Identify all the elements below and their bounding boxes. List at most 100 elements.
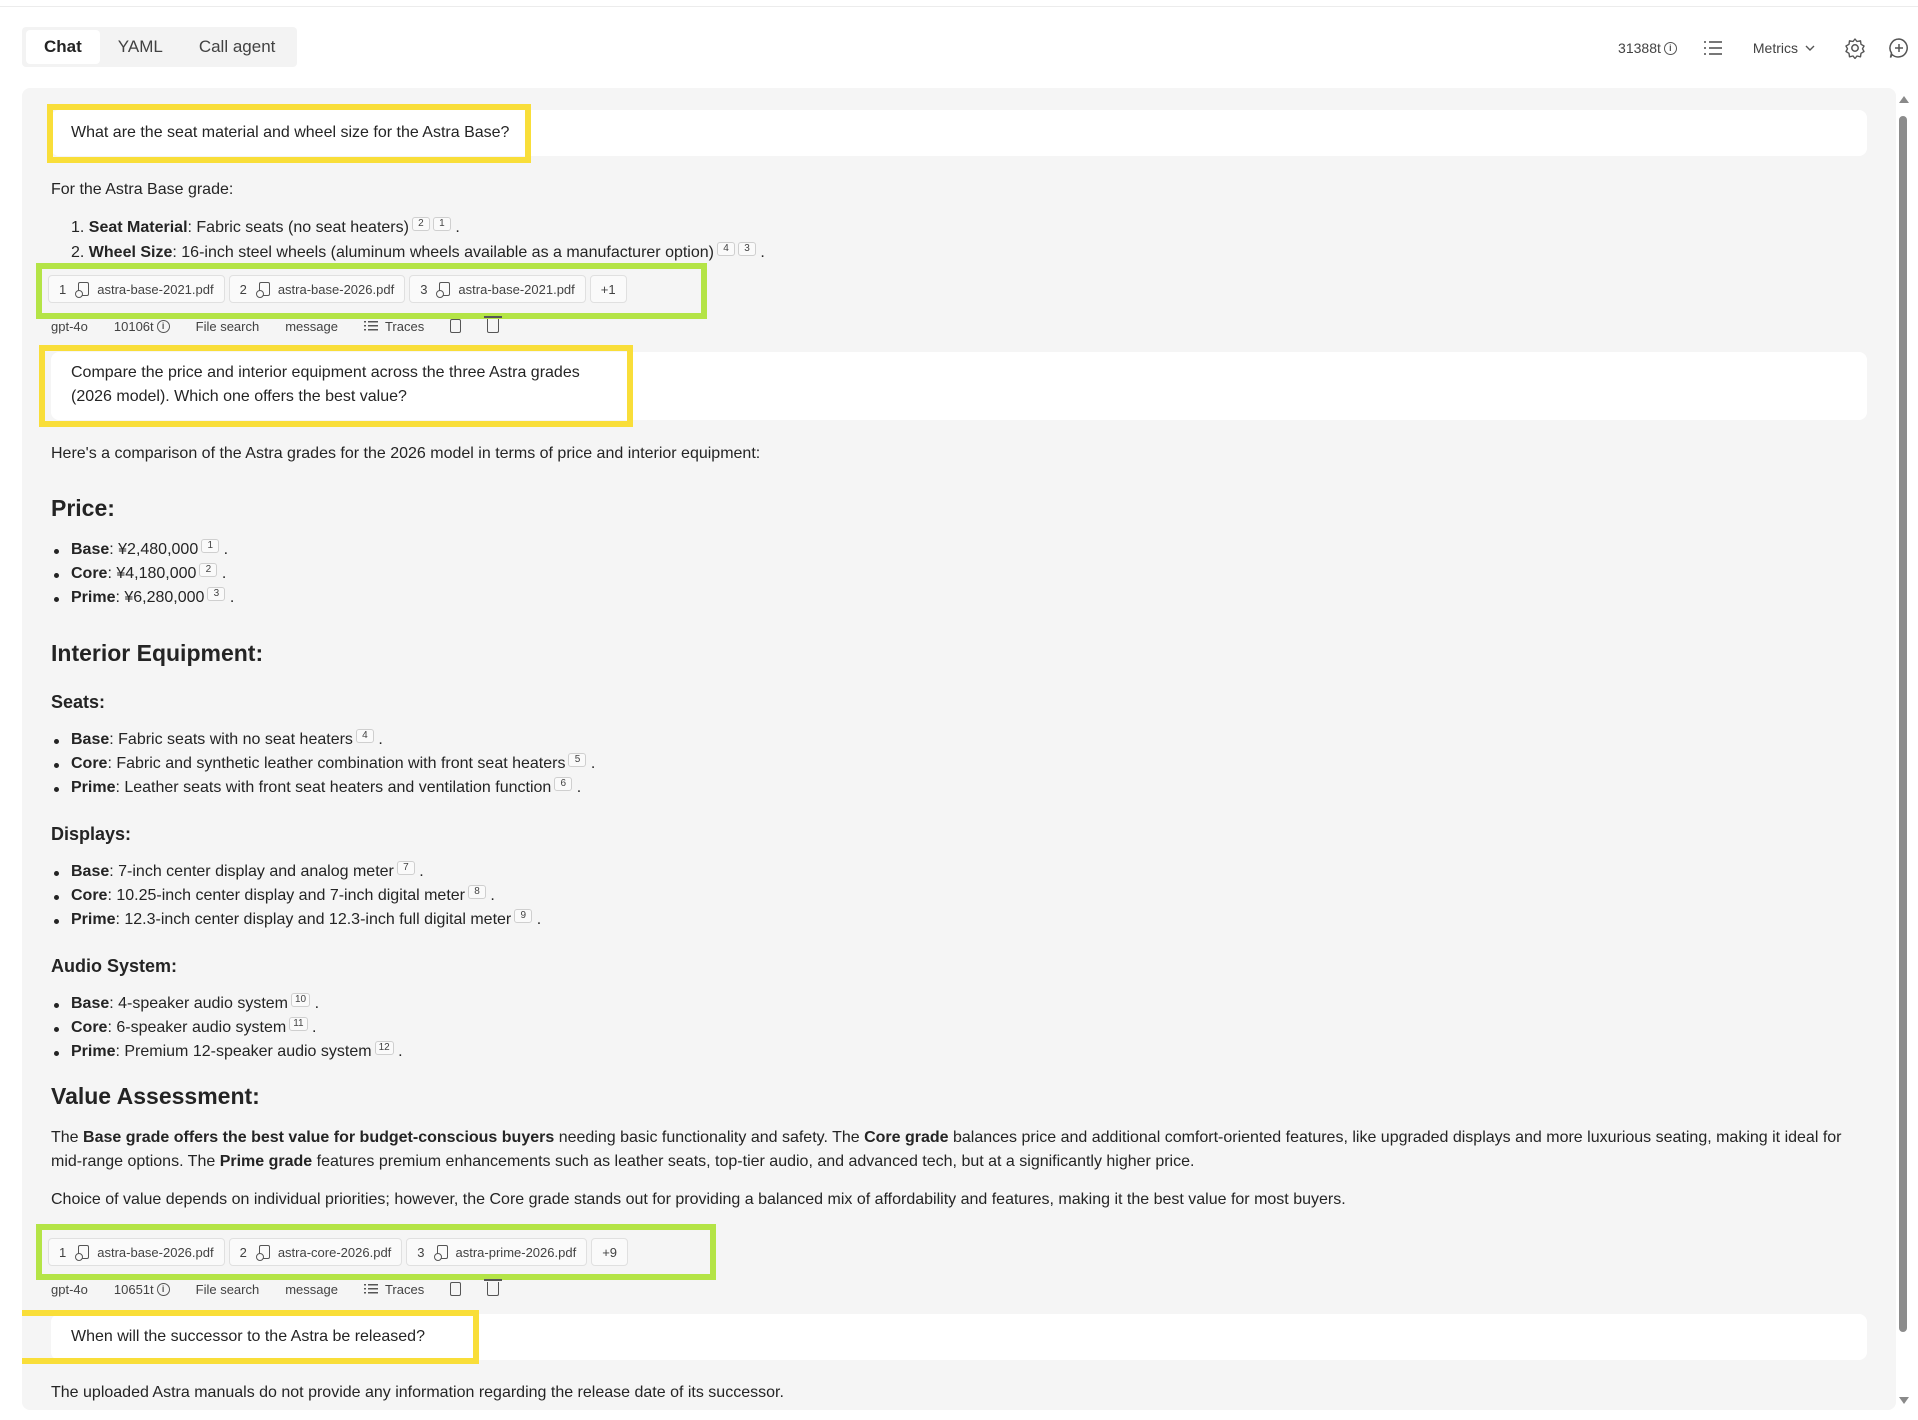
file-icon [433, 1245, 448, 1261]
citation-ref[interactable]: 12 [374, 1040, 394, 1055]
scroll-down-arrow-icon[interactable] [1899, 1397, 1909, 1404]
metrics-dropdown[interactable]: Metrics [1753, 40, 1816, 56]
bullet [54, 1003, 59, 1008]
interior-heading: Interior Equipment: [51, 640, 264, 666]
citation-chip[interactable]: 2 astra-base-2026.pdf [228, 275, 406, 303]
citation-ref[interactable]: 3 [207, 586, 226, 601]
top-divider [0, 6, 1918, 7]
citation-ref[interactable]: 4 [355, 728, 374, 743]
citation-ref[interactable]: 9 [514, 908, 533, 923]
bullet [54, 1027, 59, 1032]
token-usage: 10106t i [114, 319, 170, 334]
scrollbar[interactable] [1896, 92, 1910, 1408]
trash-icon[interactable] [484, 316, 503, 333]
tool-label: File search [195, 1281, 260, 1297]
seats-heading: Seats: [51, 692, 106, 712]
bullet [54, 895, 59, 900]
citation-ref[interactable]: 1 [432, 216, 451, 231]
message-meta-1: gpt-4o 10106t i File search message Trace… [51, 314, 503, 338]
citation-chip[interactable]: 1 astra-base-2021.pdf [48, 275, 225, 303]
citation-chip[interactable]: 3 astra-base-2021.pdf [409, 275, 586, 303]
copy-icon[interactable] [450, 1282, 462, 1296]
trash-icon[interactable] [484, 1279, 503, 1296]
chat-panel: What are the seat material and wheel siz… [22, 88, 1896, 1410]
answer-3: The uploaded Astra manuals do not provid… [51, 1384, 784, 1401]
scroll-up-arrow-icon[interactable] [1899, 96, 1909, 103]
tab-call-agent[interactable]: Call agent [181, 30, 294, 64]
bullet [54, 597, 59, 602]
traces-button[interactable]: Traces [363, 319, 424, 334]
list-icon [1703, 41, 1722, 55]
info-icon[interactable]: i [1663, 41, 1677, 55]
displays-item-core: Core: 10.25-inch center display and 7-in… [71, 884, 495, 904]
bullet [54, 763, 59, 768]
citation-ref[interactable]: 2 [199, 562, 218, 577]
user-message-2-line-2: (2026 model). Which one offers the best … [71, 388, 407, 405]
citation-chip[interactable]: 3 astra-prime-2026.pdf [406, 1238, 588, 1266]
citation-chip[interactable]: 1 astra-base-2026.pdf [48, 1238, 225, 1266]
bullet [54, 739, 59, 744]
audio-heading: Audio System: [51, 956, 178, 976]
price-item-prime: Prime: ¥6,280,000 3 . [71, 586, 235, 606]
more-citations-button[interactable]: +9 [591, 1238, 629, 1266]
price-item-base: Base: ¥2,480,000 1 . [71, 538, 229, 558]
message-type-label: message [285, 318, 338, 334]
audio-item-core: Core: 6-speaker audio system 11 . [71, 1016, 317, 1036]
bullet [54, 1051, 59, 1056]
new-chat-button[interactable] [1888, 37, 1910, 59]
traces-button[interactable]: Traces [363, 1282, 424, 1297]
seats-item-core: Core: Fabric and synthetic leather combi… [71, 752, 596, 772]
file-icon [255, 282, 270, 298]
copy-icon[interactable] [450, 319, 462, 333]
displays-heading: Displays: [51, 824, 132, 844]
tool-label: File search [195, 318, 260, 334]
citation-row-1: 1 astra-base-2021.pdf 2 astra-base-2026.pd… [48, 274, 631, 304]
price-heading: Price: [51, 495, 115, 521]
more-citations-button[interactable]: +1 [589, 275, 627, 303]
tab-chat[interactable]: Chat [26, 30, 100, 64]
citation-ref[interactable]: 10 [291, 992, 311, 1007]
list-button[interactable] [1703, 40, 1723, 56]
token-count-label: 31388t [1618, 40, 1661, 56]
model-label: gpt-4o [51, 1281, 88, 1297]
bullet [54, 573, 59, 578]
answer-1-intro: For the Astra Base grade: [51, 181, 234, 198]
citation-ref[interactable]: 4 [716, 241, 735, 256]
displays-item-prime: Prime: 12.3-inch center display and 12.3… [71, 908, 542, 928]
tab-bar: Chat YAML Call agent [22, 27, 298, 67]
citation-ref[interactable]: 3 [737, 241, 756, 256]
bullet [54, 871, 59, 876]
value-heading: Value Assessment: [51, 1083, 260, 1109]
citation-ref[interactable]: 11 [289, 1016, 308, 1031]
citation-ref[interactable]: 8 [467, 884, 486, 899]
seats-item-base: Base: Fabric seats with no seat heaters 4… [71, 728, 383, 748]
price-item-core: Core: ¥4,180,000 2 . [71, 562, 227, 582]
settings-button[interactable] [1844, 37, 1866, 59]
message-meta-2: gpt-4o 10651t i File search message Trace… [51, 1277, 503, 1301]
citation-ref[interactable]: 2 [411, 216, 430, 231]
model-label: gpt-4o [51, 318, 88, 334]
answer-1-item-2: 2. Wheel Size: 16-inch steel wheels (alu… [71, 241, 765, 261]
info-icon[interactable]: i [156, 1282, 170, 1296]
citation-ref[interactable]: 7 [396, 860, 415, 875]
bullet [54, 919, 59, 924]
answer-1-item-1: 1. Seat Material: Fabric seats (no seat … [71, 216, 460, 236]
value-paragraph-2: Choice of value depends on individual pr… [51, 1191, 1346, 1208]
bullet [54, 787, 59, 792]
message-type-label: message [285, 1281, 338, 1297]
answer-2-intro: Here's a comparison of the Astra grades … [51, 445, 761, 462]
info-icon[interactable]: i [156, 319, 170, 333]
citation-ref[interactable]: 1 [201, 538, 220, 553]
seats-item-prime: Prime: Leather seats with front seat hea… [71, 776, 582, 796]
citation-ref[interactable]: 5 [568, 752, 587, 767]
token-count: 31388t i [1618, 40, 1677, 56]
traces-icon [363, 321, 378, 331]
citation-ref[interactable]: 6 [554, 776, 573, 791]
tab-yaml[interactable]: YAML [100, 30, 181, 64]
citation-chip[interactable]: 2 astra-core-2026.pdf [228, 1238, 403, 1266]
scroll-thumb[interactable] [1899, 116, 1907, 1332]
file-icon [75, 282, 90, 298]
gear-icon [1845, 38, 1865, 59]
value-paragraph-line-1: The Base grade offers the best value for… [51, 1129, 1842, 1146]
file-icon [436, 282, 451, 298]
